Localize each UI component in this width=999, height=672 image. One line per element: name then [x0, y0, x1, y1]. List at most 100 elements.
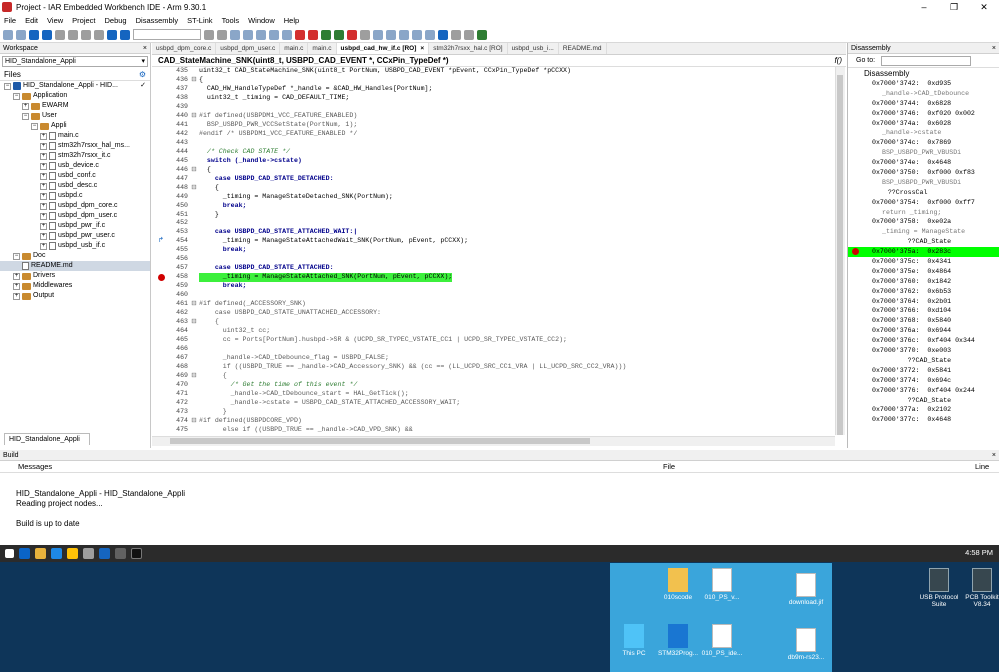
tree-item[interactable]: + Middlewares [0, 281, 150, 291]
breakpoint-icon[interactable] [308, 29, 318, 40]
menu-debug[interactable]: Debug [105, 16, 127, 25]
code-line[interactable]: 475 else if ((USBPD_TRUE == _handle->CAD… [152, 426, 832, 435]
find-icon[interactable] [204, 29, 214, 40]
code-line[interactable]: 470 /* Get the time of this event */ [152, 381, 832, 390]
editor-tab[interactable]: usbpd_dpm_core.c [152, 43, 217, 54]
disassembly-line[interactable]: 0x7000'376a: 0x6944 [848, 326, 999, 336]
collapse-icon[interactable]: − [13, 252, 20, 260]
disassembly-line[interactable]: 0x7000'3760: 0x1842 [848, 277, 999, 287]
app-icon[interactable] [131, 548, 142, 559]
workspace-selector[interactable]: HID_Standalone_Appli [2, 56, 148, 67]
go-icon[interactable] [321, 29, 331, 40]
disassembly-line[interactable]: ??CAD_State [848, 396, 999, 406]
editor-tab[interactable]: stm32h7rsxx_hal.c [RO] [429, 43, 508, 54]
expand-icon[interactable]: + [40, 202, 47, 210]
disassembly-listing[interactable]: 0x7000'3742: 0xd935 _handle->CAD_tDebounc… [848, 79, 999, 425]
code-line[interactable]: 464 uint32_t cc; [152, 327, 832, 336]
debug-icon[interactable] [334, 29, 344, 40]
tree-item[interactable]: + usbpd_usb_if.c [0, 241, 150, 251]
desktop-shortcut[interactable]: db9m-rs23... [784, 628, 828, 661]
tree-item[interactable]: README.md [0, 261, 150, 271]
disassembly-line[interactable]: 0x7000'3772: 0x5841 [848, 366, 999, 376]
disassembly-line[interactable]: 0x7000'3754: 0xf000 0xff7 [848, 198, 999, 208]
breakpoint-icon[interactable] [852, 248, 859, 256]
iar-icon[interactable] [99, 548, 110, 559]
bookmark-icon[interactable] [230, 29, 240, 40]
code-line[interactable]: 448 ⊟ { [152, 184, 832, 193]
disassembly-line[interactable]: 0x7000'375c: 0x4341 [848, 257, 999, 267]
fold-marker[interactable]: ⊟ [190, 166, 198, 175]
disassembly-line[interactable]: 0x7000'3764: 0x2b01 [848, 297, 999, 307]
code-line[interactable]: 446 ⊟ { [152, 166, 832, 175]
col-messages[interactable]: Messages [18, 461, 52, 473]
code-line[interactable]: 471 _handle->CAD_tDebounce_start = HAL_G… [152, 390, 832, 399]
fold-marker[interactable]: ⊟ [190, 300, 198, 309]
disassembly-line[interactable]: ??CrossCal [848, 188, 999, 198]
expand-icon[interactable]: + [40, 192, 47, 200]
etm-icon[interactable] [451, 29, 461, 40]
undo-icon[interactable] [107, 29, 117, 40]
maximize-button[interactable]: ❐ [939, 0, 969, 14]
make-icon[interactable] [282, 29, 292, 40]
expand-icon[interactable]: + [13, 282, 20, 290]
editor-tab[interactable]: main.c [308, 43, 337, 54]
code-line[interactable]: 456 [152, 255, 832, 264]
next-statement-icon[interactable] [412, 29, 422, 40]
app-icon[interactable] [115, 548, 126, 559]
paste-icon[interactable] [94, 29, 104, 40]
expand-icon[interactable]: + [40, 182, 47, 190]
code-area[interactable]: 435 uint32_t CAD_StateMachine_SNK(uint8_t… [152, 67, 832, 435]
expand-icon[interactable]: + [13, 292, 20, 300]
code-line[interactable]: 465 cc = Ports[PortNum].husbpd->SR & (UC… [152, 336, 832, 345]
outlook-icon[interactable] [19, 548, 30, 559]
save-icon[interactable] [29, 29, 39, 40]
fold-marker[interactable]: ⊟ [190, 76, 198, 85]
tree-item[interactable]: − User [0, 111, 150, 121]
tree-item[interactable]: + stm32h7rsxx_it.c [0, 151, 150, 161]
copy-icon[interactable] [81, 29, 91, 40]
code-line[interactable]: 442 #endif /* USBPDM1_VCC_FEATURE_ENABLED… [152, 130, 832, 139]
tree-item[interactable]: + main.c [0, 131, 150, 141]
menu-project[interactable]: Project [72, 16, 95, 25]
disassembly-line[interactable]: 0x7000'3776: 0xf404 0x244 [848, 386, 999, 396]
close-button[interactable]: ✕ [969, 0, 999, 14]
expand-icon[interactable]: + [40, 132, 47, 140]
desktop-shortcut[interactable]: USB Protocol Suite [917, 568, 961, 608]
function-navigator[interactable]: CAD_StateMachine_SNK(uint8_t, USBPD_CAD_… [152, 55, 846, 67]
desktop-shortcut[interactable]: 010_PS_v... [700, 568, 744, 601]
menu-tools[interactable]: Tools [222, 16, 240, 25]
desktop-shortcut[interactable]: This PC [612, 624, 656, 657]
tree-item[interactable]: + Drivers [0, 271, 150, 281]
disassembly-line[interactable]: ??CAD_State [848, 356, 999, 366]
disassembly-line[interactable]: 0x7000'374c: 0x7869 [848, 138, 999, 148]
edge-icon[interactable] [51, 548, 62, 559]
code-line[interactable]: 447 case USBPD_CAD_STATE_DETACHED: [152, 175, 832, 184]
minimize-button[interactable]: – [909, 0, 939, 14]
compile-icon[interactable] [269, 29, 279, 40]
code-line[interactable]: 466 [152, 345, 832, 354]
fold-marker[interactable]: ⊟ [190, 184, 198, 193]
code-line[interactable]: 445 switch (_handle->cstate) [152, 157, 832, 166]
code-line[interactable]: 458 _timing = ManageStateAttached_SNK(Po… [152, 273, 832, 283]
disassembly-line[interactable]: 0x7000'374a: 0x6028 [848, 119, 999, 129]
code-line[interactable]: 472 _handle->cstate = USBPD_CAD_STATE_AT… [152, 399, 832, 408]
code-line[interactable]: 467 _handle->CAD_tDebounce_flag = USBPD_… [152, 354, 832, 363]
tree-item[interactable]: − Doc [0, 251, 150, 261]
tree-item[interactable]: + Output [0, 291, 150, 301]
fold-marker[interactable]: ⊟ [190, 372, 198, 381]
code-line[interactable]: 443 [152, 139, 832, 148]
code-line[interactable]: 451 } [152, 211, 832, 220]
disassembly-line[interactable]: 0x7000'3774: 0x694c [848, 376, 999, 386]
code-line[interactable]: 449 _timing = ManageStateDetached_SNK(Po… [152, 193, 832, 202]
disassembly-line[interactable]: ??CAD_State [848, 237, 999, 247]
workspace-tab[interactable]: HID_Standalone_Appli [4, 433, 90, 445]
code-line[interactable]: 440 ⊟ #if defined(USBPDM1_VCC_FEATURE_ENAB… [152, 112, 832, 121]
desktop-shortcut[interactable]: download.jif [784, 573, 828, 606]
code-line[interactable]: 474 ⊟ #if defined(USBPDCORE_VPD) [152, 417, 832, 426]
expand-icon[interactable]: + [13, 272, 20, 280]
code-line[interactable]: 453 case USBPD_CAD_STATE_ATTACHED_WAIT:| [152, 228, 832, 237]
desktop-shortcut[interactable]: STM32Prog... [656, 624, 700, 657]
editor-tab[interactable]: usbpd_usb_i... [508, 43, 559, 54]
expand-icon[interactable]: + [40, 222, 47, 230]
menu-file[interactable]: File [4, 16, 16, 25]
